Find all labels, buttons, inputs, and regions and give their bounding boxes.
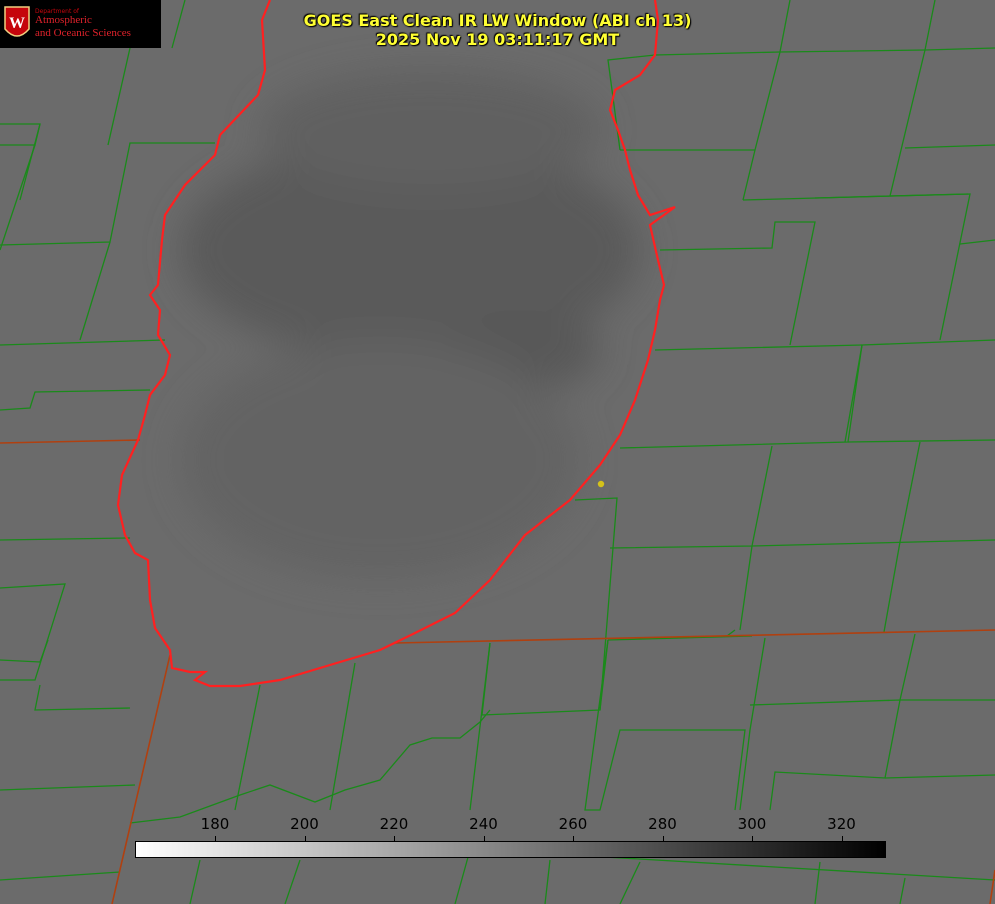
- colorbar-tick-label: 260: [558, 815, 588, 833]
- colorbar-tick-label: 180: [200, 815, 230, 833]
- colorbar-tick-label: 300: [737, 815, 767, 833]
- image-timestamp: 2025 Nov 19 03:11:17 GMT: [375, 30, 620, 49]
- image-title: GOES East Clean IR LW Window (ABI ch 13): [303, 11, 692, 30]
- colorbar-tick-label: 240: [469, 815, 498, 833]
- station-marker: [597, 480, 605, 488]
- satellite-map: [0, 0, 995, 904]
- colorbar-tick-label: 220: [379, 815, 409, 833]
- colorbar-tick-label: 200: [290, 815, 319, 833]
- colorbar: [135, 841, 886, 858]
- colorbar-tick-label: 280: [648, 815, 677, 833]
- colorbar-tick-label: 320: [827, 815, 856, 833]
